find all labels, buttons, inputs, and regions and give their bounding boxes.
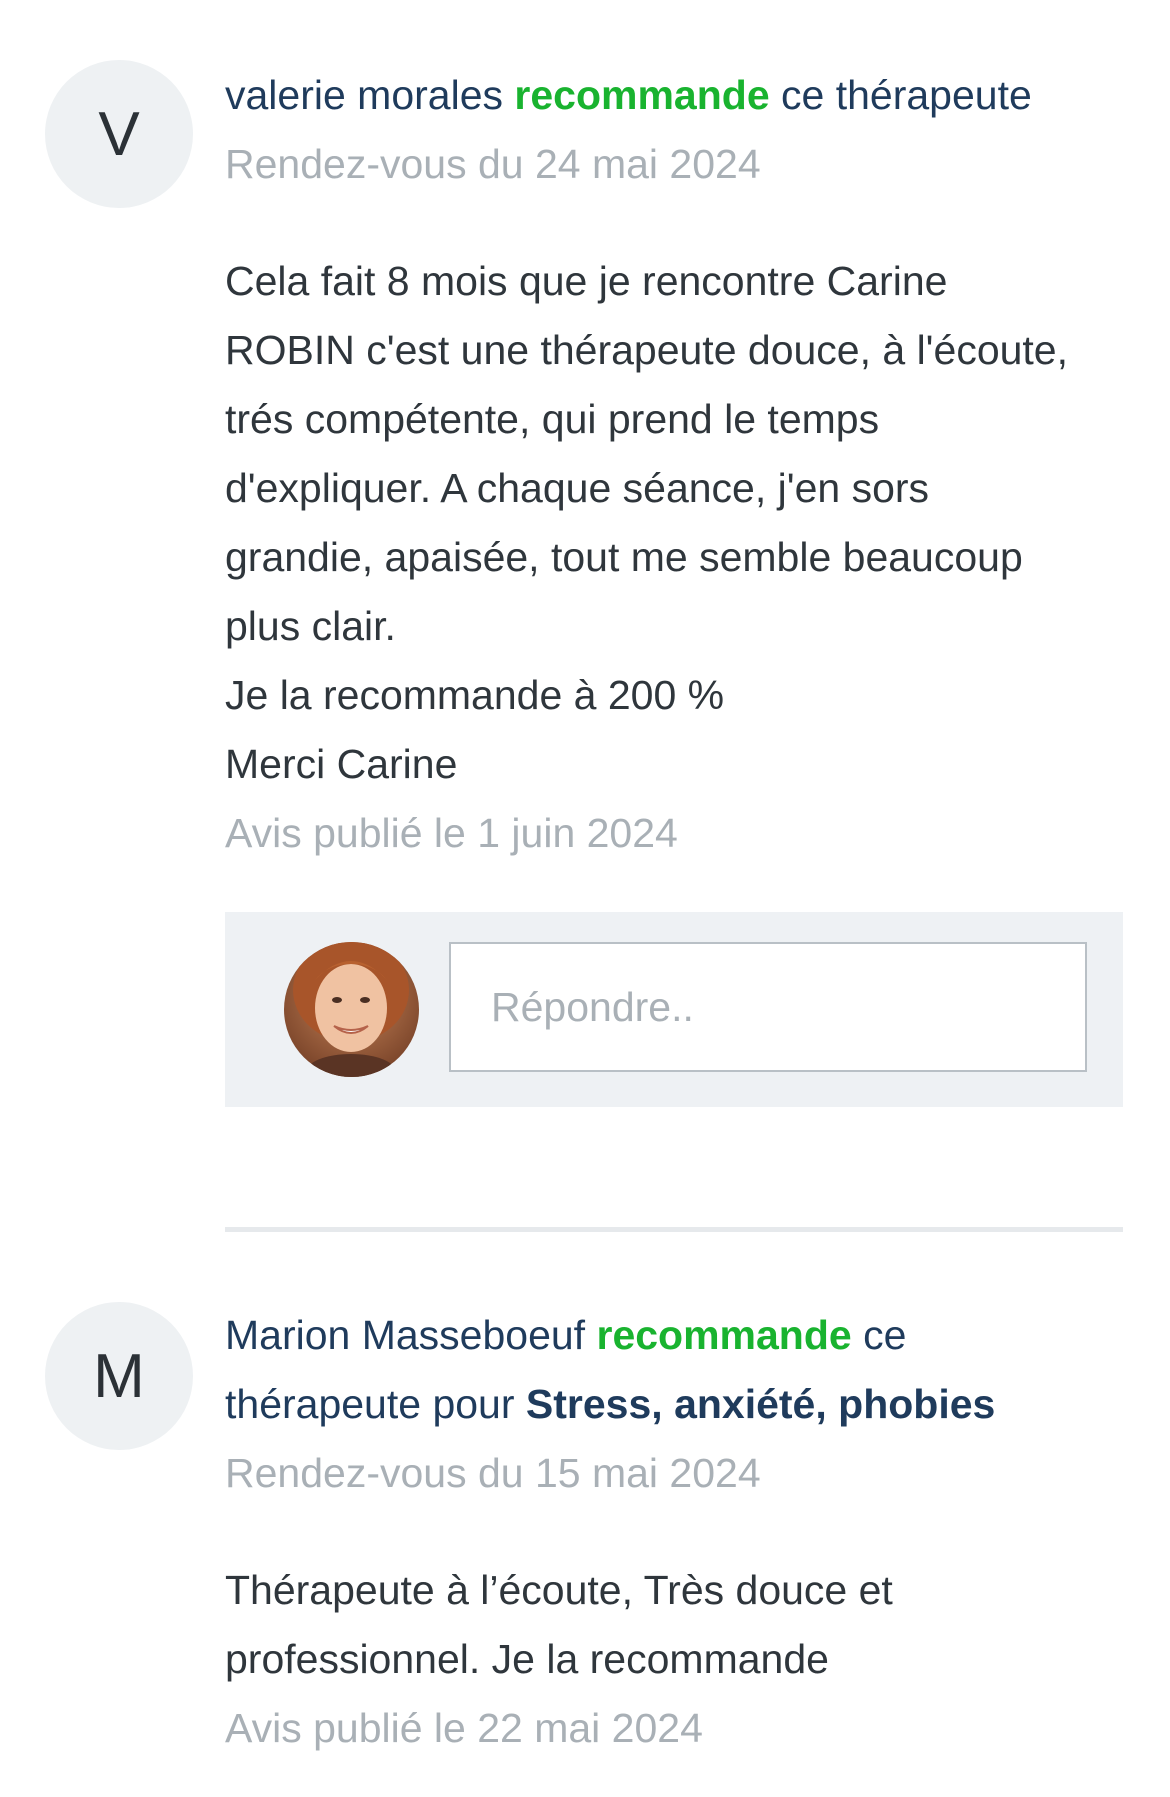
review-text-line: plus clair. (225, 603, 396, 649)
reply-input[interactable] (449, 942, 1087, 1072)
review-content: valerie morales recommande ce thérapeute… (225, 61, 1125, 868)
published-date: Avis publié le 22 mai 2024 (225, 1705, 703, 1751)
appointment-date: Rendez-vous du 24 mai 2024 (225, 141, 761, 187)
review-text-line: professionnel. Je la recommande (225, 1636, 829, 1682)
avatar: V (45, 60, 193, 208)
recommend-suffix: thérapeute pour (225, 1381, 515, 1427)
topic-link[interactable]: Stress, anxiété, phobies (526, 1381, 995, 1427)
review-text-line: Je la recommande à 200 % (225, 672, 725, 718)
recommend-label: recommande (596, 1312, 852, 1358)
review-text-line: ROBIN c'est une thérapeute douce, à l'éc… (225, 327, 1069, 373)
recommend-suffix: ce thérapeute (781, 72, 1032, 118)
recommend-label: recommande (514, 72, 770, 118)
avatar-initial: M (93, 1341, 145, 1411)
author-name[interactable]: valerie morales (225, 72, 503, 118)
avatar: M (45, 1302, 193, 1450)
review-text-line: grandie, apaisée, tout me semble beaucou… (225, 534, 1023, 580)
recommend-suffix: ce (863, 1312, 907, 1358)
review-content: Marion Masseboeuf recommande ce thérapeu… (225, 1301, 1125, 1763)
review-text-line: Merci Carine (225, 741, 458, 787)
therapist-photo-graphic (284, 942, 419, 1077)
appointment-date: Rendez-vous du 15 mai 2024 (225, 1450, 761, 1496)
review-text-line: Cela fait 8 mois que je rencontre Carine (225, 258, 948, 304)
therapist-photo-icon (284, 942, 419, 1077)
review-text-line: d'expliquer. A chaque séance, j'en sors (225, 465, 930, 511)
review-header: valerie morales recommande ce thérapeute (225, 61, 1125, 130)
author-name[interactable]: Marion Masseboeuf (225, 1312, 585, 1358)
published-date: Avis publié le 1 juin 2024 (225, 810, 678, 856)
review-divider (225, 1227, 1123, 1232)
review-header-continued: thérapeute pour Stress, anxiété, phobies (225, 1370, 1125, 1439)
reply-panel (225, 912, 1123, 1107)
review-text-line: trés compétente, qui prend le temps (225, 396, 880, 442)
review-header: Marion Masseboeuf recommande ce (225, 1301, 1125, 1370)
avatar-initial: V (98, 99, 140, 169)
review-text-line: Thérapeute à l’écoute, Très douce et (225, 1567, 893, 1613)
